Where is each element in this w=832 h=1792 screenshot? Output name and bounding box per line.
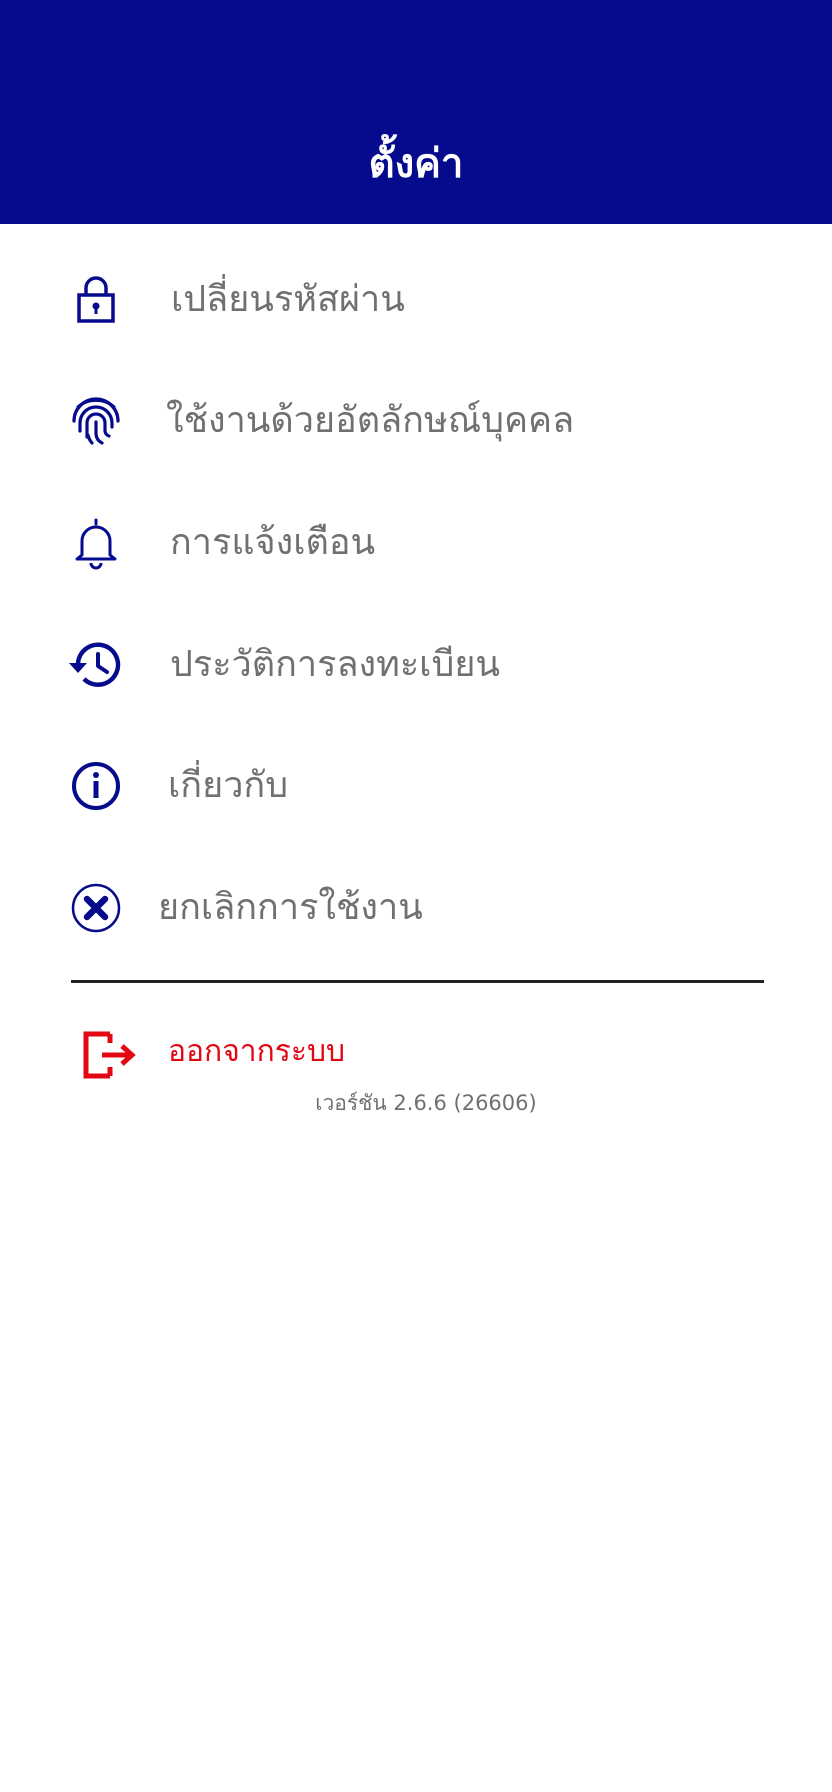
logout-icon (80, 1025, 140, 1085)
history-icon (66, 635, 126, 695)
cancel-x-icon (66, 878, 126, 938)
page-title: ตั้งค่า (368, 141, 464, 187)
info-icon (66, 756, 126, 816)
menu-item-deactivate[interactable]: ยกเลิกการใช้งาน (0, 853, 832, 963)
menu-item-label: เกี่ยวกับ (168, 765, 289, 806)
menu-item-about[interactable]: เกี่ยวกับ (0, 731, 832, 841)
menu-item-label: ยกเลิกการใช้งาน (158, 887, 423, 928)
logout-label: ออกจากระบบ (168, 1034, 346, 1069)
app-version: เวอร์ชัน 2.6.6 (26606) (315, 1091, 537, 1115)
menu-item-history[interactable]: ประวัติการลงทะเบียน (0, 610, 832, 720)
fingerprint-icon (66, 391, 126, 451)
menu-item-notifications[interactable]: การแจ้งเตือน (0, 488, 832, 598)
menu-item-change-password[interactable]: เปลี่ยนรหัสผ่าน (0, 245, 832, 355)
menu-item-label: ใช้งานด้วยอัตลักษณ์บุคคล (166, 400, 575, 441)
menu-item-label: ประวัติการลงทะเบียน (170, 644, 501, 685)
bell-icon (66, 513, 126, 573)
logout-button[interactable]: ออกจากระบบ (0, 1020, 832, 1090)
app-header: ตั้งค่า (0, 0, 832, 224)
lock-icon (66, 270, 126, 330)
menu-item-label: การแจ้งเตือน (170, 522, 376, 563)
menu-item-biometric[interactable]: ใช้งานด้วยอัตลักษณ์บุคคล (0, 366, 832, 476)
menu-item-label: เปลี่ยนรหัสผ่าน (171, 279, 405, 320)
menu-divider (71, 980, 764, 983)
